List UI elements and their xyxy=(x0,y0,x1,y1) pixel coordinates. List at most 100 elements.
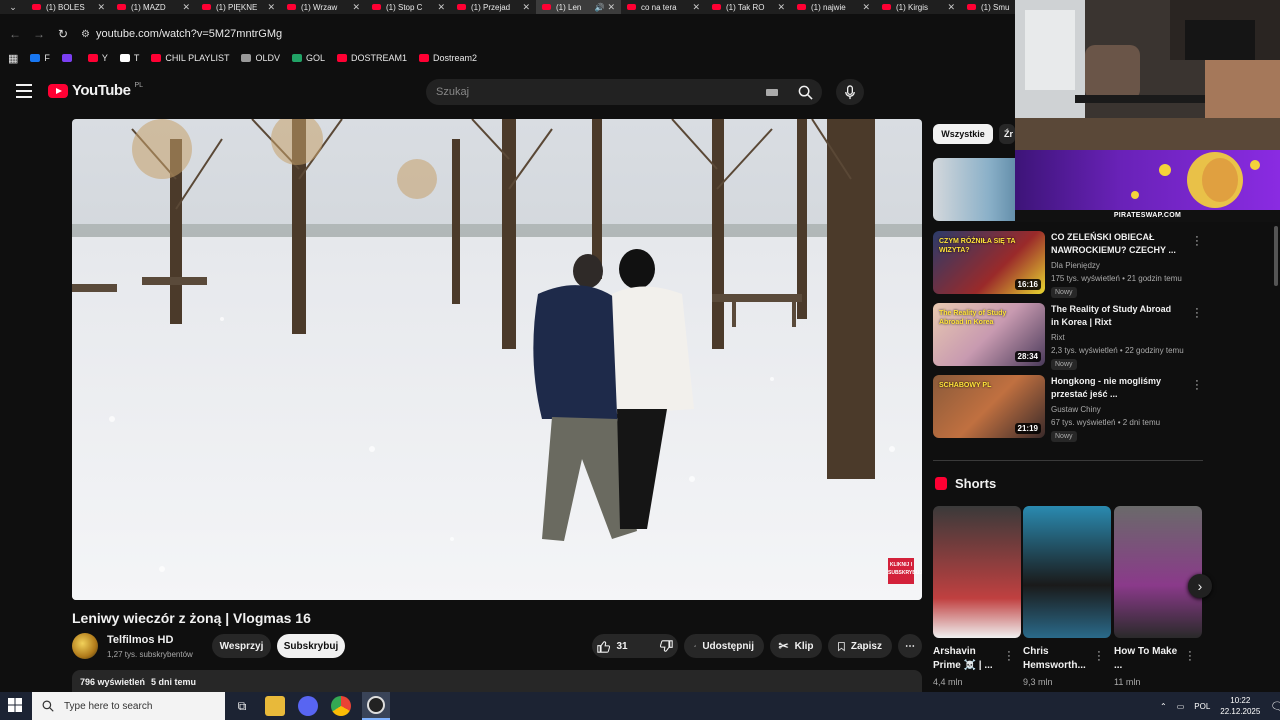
keyboard-icon[interactable] xyxy=(766,88,778,96)
tray-expand-icon[interactable]: ⌃ xyxy=(1160,702,1167,711)
browser-tab[interactable]: (1) BOLES ✕ xyxy=(26,0,111,14)
chrome-icon[interactable] xyxy=(331,696,351,716)
more-options-icon[interactable]: · · · xyxy=(1095,647,1103,666)
more-options-icon[interactable]: · · · xyxy=(1193,376,1201,395)
close-tab-icon[interactable]: ✕ xyxy=(862,2,870,13)
site-info-icon[interactable]: ⚙ xyxy=(81,29,90,40)
shorts-next-chevron-icon[interactable]: › xyxy=(1188,574,1212,598)
clock[interactable]: 10:22 22.12.2025 xyxy=(1220,695,1260,717)
channel-name[interactable]: Telfilmos HD xyxy=(107,634,173,646)
more-options-icon[interactable]: · · · xyxy=(1193,304,1201,323)
network-icon[interactable]: ▭ xyxy=(1177,702,1185,711)
clip-button[interactable]: ✂ Klip xyxy=(770,634,822,658)
browser-tab[interactable]: (1) PIĘKNE ✕ xyxy=(196,0,281,14)
forward-icon[interactable]: → xyxy=(27,27,51,41)
short-title[interactable]: Chris Hemsworth... xyxy=(1023,645,1095,673)
short-thumbnail[interactable] xyxy=(1114,506,1202,638)
notifications-icon[interactable]: 🗨 xyxy=(1270,700,1280,713)
close-tab-icon[interactable]: ✕ xyxy=(777,2,785,13)
close-tab-icon[interactable]: ✕ xyxy=(947,2,955,13)
bookmark-oldv-folder[interactable]: OLDV xyxy=(241,53,280,63)
support-button[interactable]: Wesprzyj xyxy=(212,634,271,658)
bookmark-dostream1[interactable]: DOSTREAM1 xyxy=(336,53,407,63)
bookmark-gol[interactable]: GOL xyxy=(291,53,325,63)
save-button[interactable]: Zapisz xyxy=(828,634,892,658)
recommendation-title[interactable]: Hongkong - nie mogliśmy przestać jeść ..… xyxy=(1051,375,1181,401)
sidebar-scrollbar[interactable] xyxy=(1274,226,1278,286)
browser-tab[interactable]: co na tera ✕ xyxy=(621,0,706,14)
close-tab-icon[interactable]: ✕ xyxy=(97,2,105,13)
language-indicator[interactable]: POL xyxy=(1194,702,1210,711)
recommendation-title[interactable]: The Reality of Study Abroad in Korea | R… xyxy=(1051,303,1181,329)
obs-icon[interactable] xyxy=(362,692,390,720)
gol-icon xyxy=(291,54,302,62)
channel-avatar[interactable] xyxy=(72,633,98,659)
tab-title: (1) Tak RO xyxy=(726,2,765,12)
more-options-icon[interactable]: · · · xyxy=(1005,647,1013,666)
browser-tab[interactable]: (1) Stop C ✕ xyxy=(366,0,451,14)
bookmark-purple-app[interactable] xyxy=(61,54,76,62)
recommendation-thumbnail[interactable]: SCHABOWY PL 21:19 xyxy=(933,375,1045,438)
ad-artwork xyxy=(1131,152,1260,208)
browser-tab[interactable]: (1) Len 🔊 ✕ xyxy=(536,0,621,14)
recommendation-thumbnail[interactable]: CZYM RÓŻNIŁA SIĘ TA WIZYTA? 16:16 xyxy=(933,231,1045,294)
menu-icon[interactable] xyxy=(16,84,32,98)
bookmark-chil-playlist[interactable]: CHIL PLAYLIST xyxy=(151,53,229,63)
reload-icon[interactable]: ↻ xyxy=(51,27,75,41)
url-field[interactable]: youtube.com/watch?v=5M27mntrGMg xyxy=(96,28,282,40)
recommendation-channel[interactable]: Dla Pieniędzy xyxy=(1051,261,1100,270)
close-tab-icon[interactable]: ✕ xyxy=(607,2,615,13)
browser-tab[interactable]: (1) MAZD ✕ xyxy=(111,0,196,14)
video-player[interactable]: KLIKNIJ I SUBSKRYBUJ xyxy=(72,119,922,600)
advertisement-banner[interactable] xyxy=(1015,150,1280,210)
more-options-icon[interactable]: · · · xyxy=(1186,647,1194,666)
windows-start-icon[interactable] xyxy=(8,698,22,712)
voice-search-button[interactable] xyxy=(836,79,864,105)
browser-tab[interactable]: (1) Tak RO ✕ xyxy=(706,0,791,14)
apps-grid-icon[interactable]: ▦ xyxy=(8,52,18,65)
tab-title: (1) BOLES xyxy=(46,2,85,12)
short-thumbnail[interactable] xyxy=(1023,506,1111,638)
browser-tab[interactable]: (1) Przejad ✕ xyxy=(451,0,536,14)
recommendation-thumbnail[interactable]: The Reality of Study Abroad in Korea 28:3… xyxy=(933,303,1045,366)
short-title[interactable]: Arshavin Prime ☠️ | ... xyxy=(933,645,1005,673)
subscribe-overlay-badge[interactable]: KLIKNIJ I SUBSKRYBUJ xyxy=(888,558,922,584)
task-view-icon[interactable]: ⧉ xyxy=(232,696,252,716)
subscribe-button[interactable]: Subskrybuj xyxy=(277,634,345,658)
bookmark-facebook[interactable]: F xyxy=(30,53,50,63)
browser-tab[interactable]: (1) Kirgis ✕ xyxy=(876,0,961,14)
recommendation-title[interactable]: CO ZELEŃSKI OBIECAŁ NAWROCKIEMU? CZECHY … xyxy=(1051,231,1181,257)
description-box[interactable]: 796 wyświetleń 5 dni temu xyxy=(72,670,922,692)
taskbar-search-input[interactable] xyxy=(64,700,214,712)
bookmark-dostream2[interactable]: Dostream2 xyxy=(419,53,477,63)
speaker-icon[interactable]: 🔊 xyxy=(594,3,604,12)
like-button[interactable]: 31 xyxy=(587,634,637,658)
filter-chip-all[interactable]: Wszystkie xyxy=(933,124,993,144)
search-input[interactable] xyxy=(436,86,766,98)
dislike-button[interactable] xyxy=(650,634,683,658)
filter-chip-source[interactable]: Źr xyxy=(999,124,1015,144)
close-tab-icon[interactable]: ✕ xyxy=(352,2,360,13)
close-tab-icon[interactable]: ✕ xyxy=(692,2,700,13)
file-explorer-icon[interactable] xyxy=(265,696,285,716)
bookmark-x[interactable]: T xyxy=(119,53,139,63)
bookmark-youtube[interactable]: Y xyxy=(87,53,108,63)
tab-search-icon[interactable]: ⌄ xyxy=(0,0,26,14)
search-button[interactable] xyxy=(788,79,822,105)
youtube-logo[interactable]: YouTube PL xyxy=(48,82,143,99)
close-tab-icon[interactable]: ✕ xyxy=(522,2,530,13)
back-icon[interactable]: ← xyxy=(3,27,27,41)
more-options-icon[interactable]: · · · xyxy=(1193,232,1201,251)
share-button[interactable]: Udostępnij xyxy=(684,634,764,658)
discord-icon[interactable] xyxy=(298,696,318,716)
short-title[interactable]: How To Make ... xyxy=(1114,645,1186,673)
close-tab-icon[interactable]: ✕ xyxy=(182,2,190,13)
browser-tab[interactable]: (1) najwie ✕ xyxy=(791,0,876,14)
recommendation-channel[interactable]: Gustaw Chiny xyxy=(1051,405,1101,414)
browser-tab[interactable]: (1) Wrzaw ✕ xyxy=(281,0,366,14)
more-actions-icon[interactable]: ⋯ xyxy=(898,634,922,658)
short-thumbnail[interactable] xyxy=(933,506,1021,638)
recommendation-channel[interactable]: Rixt xyxy=(1051,333,1065,342)
close-tab-icon[interactable]: ✕ xyxy=(267,2,275,13)
close-tab-icon[interactable]: ✕ xyxy=(437,2,445,13)
